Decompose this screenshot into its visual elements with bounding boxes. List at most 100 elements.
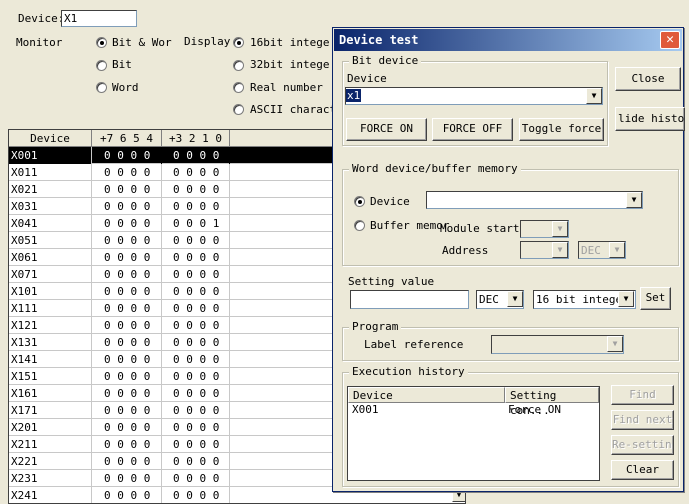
display-label: Display: [184, 35, 231, 48]
setting-value-input[interactable]: [350, 290, 469, 309]
address-label: Address: [442, 244, 489, 257]
device-cell: X211: [9, 436, 92, 453]
display-16bit-label: 16bit intege: [250, 36, 330, 49]
device-cell: X201: [9, 419, 92, 436]
dialog-title: Device test: [334, 29, 682, 51]
bit-device-value: x1: [346, 89, 362, 102]
device-cell: X031: [9, 198, 92, 215]
address-format-dropdown-icon[interactable]: ▼: [609, 242, 625, 258]
bits-hi-cell: 0 0 0 0: [92, 215, 162, 232]
history-col-device[interactable]: Device: [348, 387, 505, 403]
word-device-radio[interactable]: [354, 196, 365, 207]
force-off-button[interactable]: FORCE OFF: [432, 118, 513, 141]
buffer-memory-radio[interactable]: [354, 220, 365, 231]
history-row-device[interactable]: X001: [352, 403, 379, 416]
bits-hi-cell: 0 0 0 0: [92, 334, 162, 351]
bit-device-combobox[interactable]: x1: [345, 87, 603, 105]
monitor-word-label: Word: [112, 81, 139, 94]
execution-history-group-title: Execution history: [349, 365, 468, 378]
device-cell: X051: [9, 232, 92, 249]
bits-lo-cell: 0 0 0 0: [162, 317, 230, 334]
monitor-bit-radio[interactable]: [96, 60, 107, 71]
bits-hi-cell: 0 0 0 0: [92, 198, 162, 215]
display-ascii-radio[interactable]: [233, 104, 244, 115]
history-row-setting[interactable]: Force ON: [508, 403, 561, 416]
bits-hi-cell: 0 0 0 0: [92, 164, 162, 181]
bits-hi-cell: 0 0 0 0: [92, 385, 162, 402]
device-input[interactable]: X1: [61, 10, 137, 27]
device-cell: X011: [9, 164, 92, 181]
device-cell: X131: [9, 334, 92, 351]
monitor-label: Monitor: [16, 36, 63, 49]
force-on-button[interactable]: FORCE ON: [346, 118, 427, 141]
clear-button[interactable]: Clear: [611, 460, 674, 480]
bits-hi-cell: 0 0 0 0: [92, 181, 162, 198]
bits-lo-cell: 0 0 0 0: [162, 147, 230, 164]
word-device-combobox[interactable]: [426, 191, 643, 209]
bits-lo-cell: 0 0 0 0: [162, 181, 230, 198]
setting-type-dropdown-icon[interactable]: ▼: [618, 291, 634, 307]
display-real-radio[interactable]: [233, 82, 244, 93]
word-device-group: Word device/buffer memory: [342, 162, 679, 266]
display-32bit-label: 32bit intege: [250, 58, 330, 71]
set-button[interactable]: Set: [640, 287, 671, 310]
bits-lo-cell: 0 0 0 0: [162, 266, 230, 283]
bits-hi-cell: 0 0 0 0: [92, 402, 162, 419]
display-32bit-radio[interactable]: [233, 60, 244, 71]
display-ascii-label: ASCII characte: [250, 103, 343, 116]
find-button[interactable]: Find: [611, 385, 674, 405]
history-col-setting[interactable]: Setting con...: [505, 387, 599, 417]
bit-device-group-title: Bit device: [349, 54, 422, 67]
bits-hi-cell: 0 0 0 0: [92, 436, 162, 453]
resetting-button[interactable]: Re-setting: [611, 435, 674, 455]
bits-lo-cell: 0 0 0 0: [162, 232, 230, 249]
bits-lo-cell: 0 0 0 0: [162, 487, 230, 503]
bits-hi-cell: 0 0 0 0: [92, 283, 162, 300]
module-start-dropdown-icon[interactable]: ▼: [552, 221, 568, 237]
find-next-button[interactable]: Find next: [611, 410, 674, 430]
bits-hi-cell: 0 0 0 0: [92, 232, 162, 249]
device-cell: X171: [9, 402, 92, 419]
bits-hi-cell: 0 0 0 0: [92, 317, 162, 334]
device-cell: X221: [9, 453, 92, 470]
monitor-bit-word-radio[interactable]: [96, 37, 107, 48]
setting-format-dropdown-icon[interactable]: ▼: [507, 291, 523, 307]
setting-value-label: Setting value: [348, 275, 435, 288]
word-device-dropdown-icon[interactable]: ▼: [626, 192, 642, 208]
bits-lo-cell: 0 0 0 0: [162, 402, 230, 419]
label-reference-dropdown-icon[interactable]: ▼: [607, 336, 623, 352]
monitor-word-radio[interactable]: [96, 82, 107, 93]
col-bits-hi-header[interactable]: +7 6 5 4: [92, 130, 162, 147]
monitor-bit-label: Bit: [112, 58, 132, 71]
bits-lo-cell: 0 0 0 0: [162, 419, 230, 436]
address-dropdown-icon[interactable]: ▼: [552, 242, 568, 258]
hide-history-button[interactable]: lide history: [615, 107, 685, 131]
bit-device-dropdown-icon[interactable]: ▼: [586, 88, 602, 104]
display-16bit-radio[interactable]: [233, 37, 244, 48]
bits-hi-cell: 0 0 0 0: [92, 351, 162, 368]
execution-history-list[interactable]: Device Setting con... X001 Force ON: [347, 386, 600, 481]
close-button[interactable]: Close: [615, 67, 681, 91]
bits-lo-cell: 0 0 0 0: [162, 368, 230, 385]
toggle-force-button[interactable]: Toggle force: [519, 118, 604, 141]
device-cell: X041: [9, 215, 92, 232]
word-device-radio-label: Device: [370, 195, 410, 208]
bits-lo-cell: 0 0 0 0: [162, 334, 230, 351]
label-reference-combobox[interactable]: [491, 335, 624, 354]
device-test-dialog: Device test ✕ Close lide history Bit dev…: [332, 27, 685, 492]
close-icon[interactable]: ✕: [660, 31, 680, 49]
device-cell: X071: [9, 266, 92, 283]
col-device-header[interactable]: Device: [9, 130, 92, 147]
device-cell: X141: [9, 351, 92, 368]
device-cell: X111: [9, 300, 92, 317]
device-cell: X121: [9, 317, 92, 334]
device-cell: X001: [9, 147, 92, 164]
bits-hi-cell: 0 0 0 0: [92, 249, 162, 266]
bits-lo-cell: 0 0 0 0: [162, 249, 230, 266]
bits-hi-cell: 0 0 0 0: [92, 300, 162, 317]
col-bits-lo-header[interactable]: +3 2 1 0: [162, 130, 230, 147]
bits-lo-cell: 0 0 0 0: [162, 300, 230, 317]
bits-lo-cell: 0 0 0 0: [162, 283, 230, 300]
module-start-label: Module start: [440, 222, 520, 235]
device-cell: X241: [9, 487, 92, 503]
